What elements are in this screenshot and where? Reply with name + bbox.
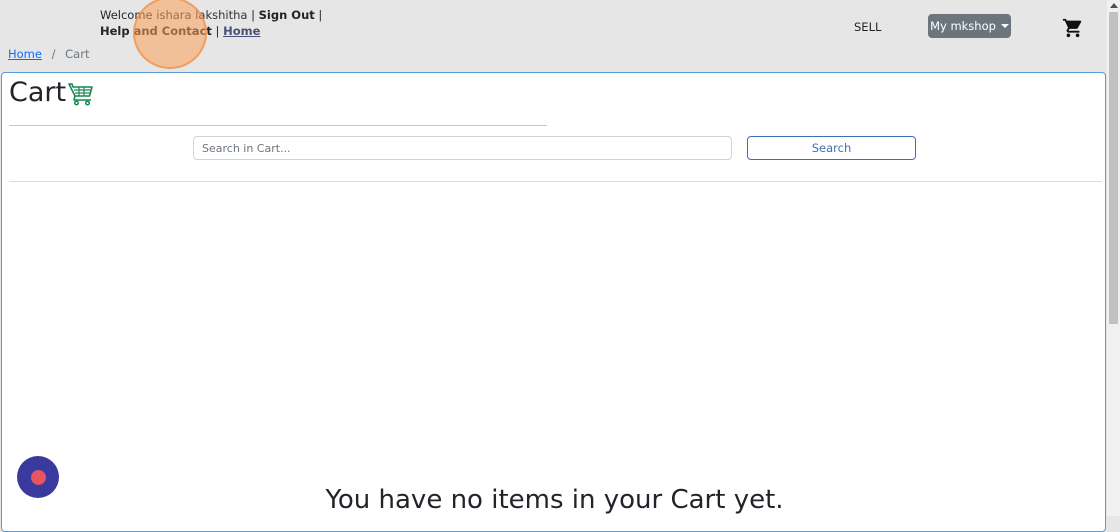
sell-link[interactable]: SELL <box>854 20 881 34</box>
my-shop-dropdown-button[interactable]: My mkshop <box>928 14 1011 38</box>
user-name: ishara lakshitha <box>156 8 248 22</box>
breadcrumb-separator: / <box>51 47 56 61</box>
scroll-up-icon[interactable] <box>1110 3 1118 8</box>
cart-search-input[interactable] <box>193 136 732 160</box>
my-shop-label: My mkshop <box>930 19 996 33</box>
search-divider <box>9 181 1102 182</box>
scrollbar-thumb[interactable] <box>1109 12 1118 324</box>
breadcrumb-home[interactable]: Home <box>8 47 42 61</box>
breadcrumb: Home / Cart <box>8 47 89 61</box>
cart-icon[interactable] <box>1061 17 1085 39</box>
basket-icon <box>68 83 93 106</box>
help-contact-link[interactable]: Help and Contact <box>100 24 212 38</box>
title-divider <box>9 125 547 126</box>
sign-out-link[interactable]: Sign Out <box>259 8 315 22</box>
chat-dot <box>30 469 46 485</box>
page-title: Cart <box>9 77 67 108</box>
breadcrumb-current: Cart <box>65 47 90 61</box>
empty-cart-message: You have no items in your Cart yet. <box>325 485 784 515</box>
search-button[interactable]: Search <box>747 136 916 160</box>
top-navbar: Welcome ishara lakshitha | Sign Out | He… <box>0 0 1107 72</box>
chat-icon[interactable] <box>17 456 59 498</box>
home-link[interactable]: Home <box>223 24 260 38</box>
welcome-text: Welcome ishara lakshitha | Sign Out | He… <box>100 8 323 38</box>
caret-down-icon <box>1000 24 1009 28</box>
welcome-prefix: Welcome <box>100 8 153 22</box>
cart-panel: Cart Search You have no items in your Ca… <box>1 72 1106 532</box>
